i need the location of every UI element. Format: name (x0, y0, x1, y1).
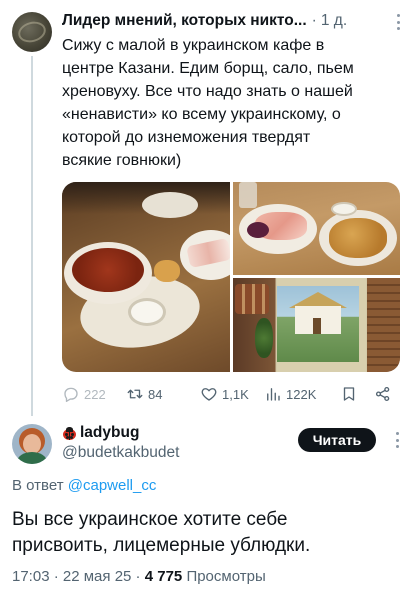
retweet-count: 84 (148, 386, 163, 402)
more-icon[interactable] (396, 14, 400, 30)
like-button[interactable]: 1,1K (200, 384, 249, 404)
reply-button[interactable]: 222 (62, 384, 106, 404)
meta-separator-2: · (135, 568, 141, 585)
tweet-time[interactable]: 1 д. (321, 12, 347, 30)
reply-views-count: 4 775 (144, 568, 183, 585)
like-icon (201, 388, 217, 401)
replying-to: В ответ @capwell_cc (12, 477, 156, 494)
follow-button[interactable]: Читать (298, 428, 376, 452)
photo-plates[interactable] (233, 182, 400, 275)
tweet-text: Сижу с малой в украинском кафе в центре … (62, 37, 354, 169)
views-count: 122K (286, 386, 317, 402)
thread-line (31, 56, 33, 416)
replying-prefix: В ответ (12, 477, 64, 494)
reply-date[interactable]: 22 мая 25 (63, 568, 131, 585)
reply-text: Вы все украинское хотите себе присвоить,… (12, 509, 311, 556)
reply-count: 222 (84, 386, 106, 402)
share-icon (375, 386, 390, 402)
replying-mention-link[interactable]: @capwell_cc (68, 477, 157, 494)
photo-borscht[interactable] (62, 182, 230, 372)
bookmark-button[interactable] (340, 384, 358, 404)
separator: · (311, 12, 317, 29)
author-name[interactable]: Лидер мнений, которых никто... (62, 12, 307, 30)
ladybug-icon (62, 426, 77, 440)
like-count: 1,1K (222, 386, 249, 402)
reply-author-handle[interactable]: @budetkakbudet (62, 444, 179, 462)
share-button[interactable] (374, 384, 392, 404)
meta-separator: · (53, 568, 59, 585)
author-avatar[interactable] (12, 12, 52, 52)
reply-icon (64, 387, 78, 403)
more-icon[interactable] (395, 432, 399, 448)
photo-cafe-interior[interactable] (233, 278, 400, 372)
tweet-media-grid (62, 182, 400, 372)
tweet-actions: 222 84 1,1K 122K (62, 384, 400, 404)
tweet-header: Лидер мнений, которых никто... · 1 д. (62, 10, 398, 32)
reply-views-label: Просмотры (186, 568, 266, 585)
reply-author-name-row[interactable]: ladybug (62, 423, 139, 443)
views-icon (267, 388, 280, 401)
reply-meta: 17:03 · 22 мая 25 · 4 775 Просмотры (12, 568, 266, 585)
reply-author-name[interactable]: ladybug (80, 424, 139, 442)
reply-time[interactable]: 17:03 (12, 568, 50, 585)
retweet-icon (127, 389, 143, 399)
reply-author-avatar[interactable] (12, 424, 52, 464)
bookmark-icon (343, 387, 355, 401)
retweet-button[interactable]: 84 (126, 384, 162, 404)
views-button[interactable]: 122K (264, 384, 316, 404)
